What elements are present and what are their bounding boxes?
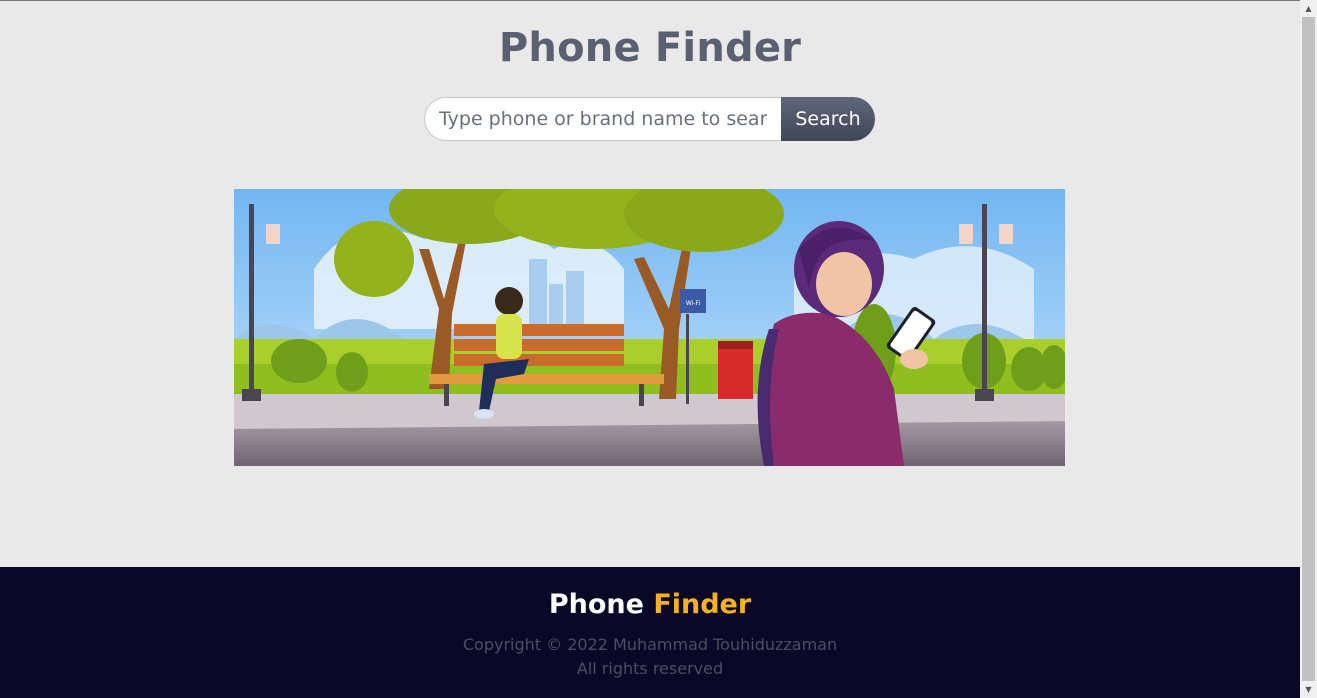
svg-text:Wi-Fi: Wi-Fi [686, 300, 701, 307]
page-content: Phone Finder Search [0, 1, 1300, 567]
footer: Phone Finder Copyright © 2022 Muhammad T… [0, 567, 1300, 698]
footer-rights: All rights reserved [576, 659, 724, 678]
footer-brand-phone: Phone [548, 589, 644, 620]
search-input[interactable] [424, 97, 781, 141]
search-button[interactable]: Search [781, 97, 875, 141]
footer-brand: Phone Finder [0, 589, 1300, 620]
scroll-down-arrow-icon[interactable]: ▼ [1300, 681, 1317, 698]
footer-brand-finder: Finder [653, 589, 752, 620]
scrollbar-thumb[interactable] [1302, 17, 1315, 681]
hero-banner-image: Wi-Fi [234, 189, 1065, 466]
footer-copyright: Copyright © 2022 Muhammad Touhiduzzaman [462, 635, 838, 654]
search-form: Search [424, 97, 875, 141]
page-title: Phone Finder [498, 25, 802, 71]
vertical-scrollbar[interactable]: ▲ ▼ [1300, 0, 1317, 698]
scroll-up-arrow-icon[interactable]: ▲ [1300, 0, 1317, 17]
trash-bin [718, 341, 753, 399]
